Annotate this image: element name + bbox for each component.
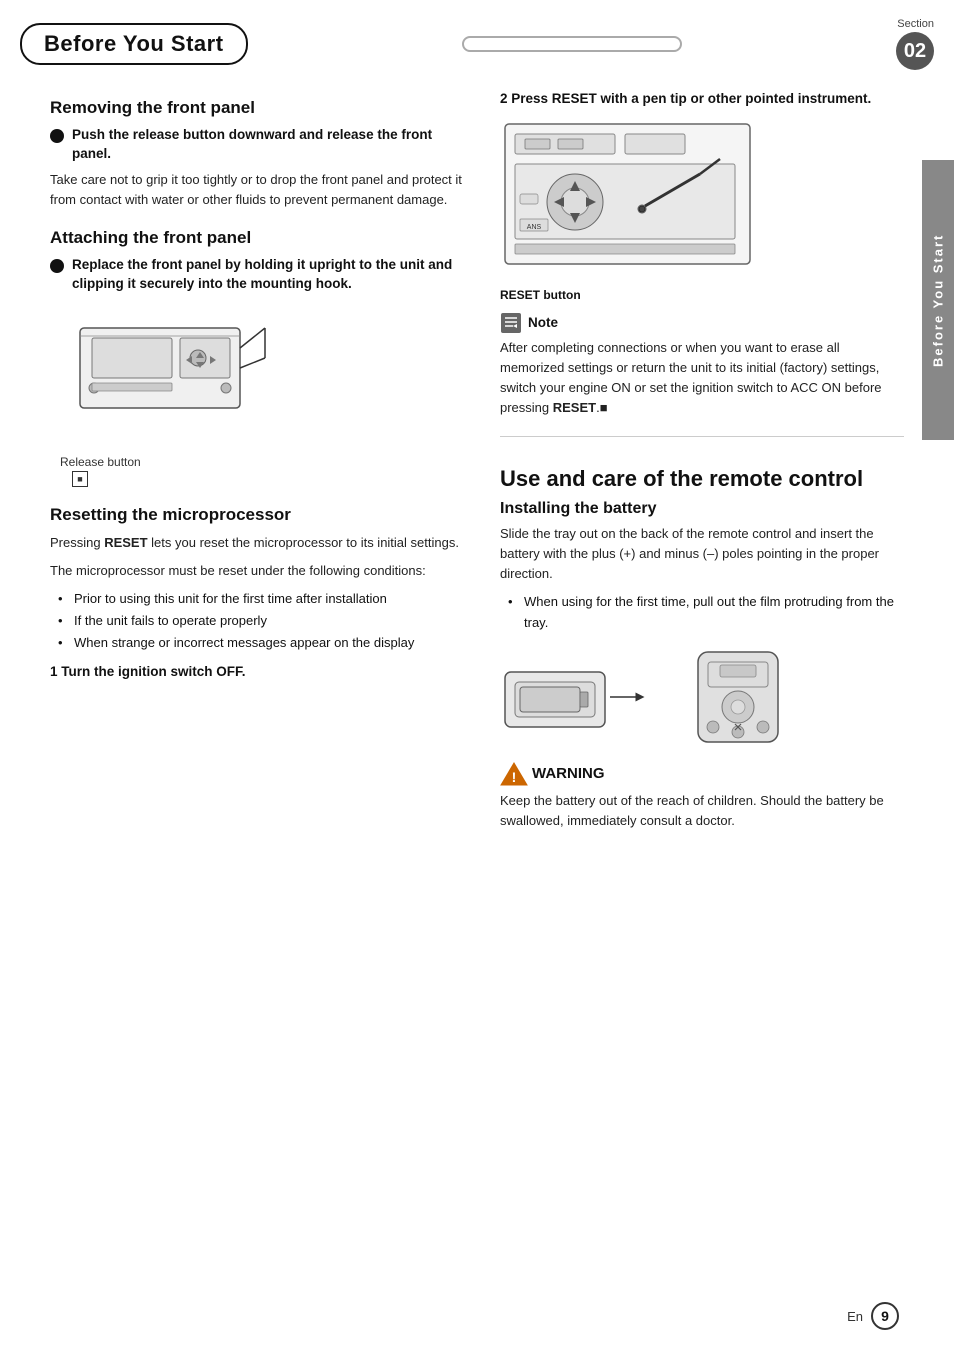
page-title: Before You Start: [20, 23, 248, 65]
remote-section-title: Use and care of the remote control: [500, 465, 904, 494]
header-center: [248, 36, 896, 52]
remote-svg: [678, 647, 798, 747]
note-header: Note: [500, 312, 904, 334]
reset-device-diagram: ANS ●: [500, 119, 904, 282]
front-panel-svg: [50, 308, 270, 438]
battery-tray-svg: [500, 657, 660, 737]
attaching-panel-bullet-text: Replace the front panel by holding it up…: [72, 256, 470, 294]
divider: [500, 436, 904, 437]
list-item: When using for the first time, pull out …: [508, 592, 904, 632]
warning-body: Keep the battery out of the reach of chi…: [500, 791, 904, 831]
header-right: Section 02: [896, 18, 934, 70]
battery-illustration: [500, 647, 904, 747]
list-item: If the unit fails to operate properly: [58, 611, 470, 631]
section-label: Section: [897, 18, 934, 30]
section-number: 02: [896, 32, 934, 70]
header-left: Before You Start: [20, 23, 248, 65]
attaching-panel-bullet: Replace the front panel by holding it up…: [50, 256, 470, 294]
resetting-title: Resetting the microprocessor: [50, 505, 470, 525]
release-label: Release button ■: [60, 455, 470, 487]
note-box: Note After completing connections or whe…: [500, 312, 904, 419]
step1-text: 1 Turn the ignition switch OFF.: [50, 664, 470, 679]
warning-header: ! WARNING: [500, 761, 904, 787]
bullet-dot: [50, 129, 64, 143]
footer-lang: En: [847, 1309, 863, 1324]
battery-body: Slide the tray out on the back of the re…: [500, 524, 904, 584]
note-title: Note: [528, 315, 558, 330]
left-column: Removing the front panel Push the releas…: [50, 90, 470, 839]
note-icon: [500, 312, 522, 334]
bullet-dot-2: [50, 259, 64, 273]
header-tab: [462, 36, 682, 52]
reset-device-svg: ANS ●: [500, 119, 760, 279]
battery-bullet-list: When using for the first time, pull out …: [508, 592, 904, 632]
warning-icon: !: [500, 761, 528, 787]
main-content: Removing the front panel Push the releas…: [0, 80, 954, 859]
step2-heading: 2 Press RESET with a pen tip or other po…: [500, 90, 904, 109]
side-tab: Before You Start: [922, 160, 954, 440]
list-item: Prior to using this unit for the first t…: [58, 589, 470, 609]
front-panel-diagram: [50, 308, 470, 441]
small-square-icon: ■: [72, 471, 88, 487]
battery-section-title: Installing the battery: [500, 500, 904, 518]
reset-label: RESET button: [500, 288, 904, 302]
resetting-bullet-list: Prior to using this unit for the first t…: [58, 589, 470, 653]
list-item: When strange or incorrect messages appea…: [58, 633, 470, 653]
resetting-body1: Pressing RESET lets you reset the microp…: [50, 533, 470, 553]
removing-panel-bullet-text: Push the release button downward and rel…: [72, 126, 470, 164]
footer: En 9: [847, 1302, 899, 1330]
note-body: After completing connections or when you…: [500, 338, 904, 419]
header: Before You Start Section 02: [0, 0, 954, 80]
right-column: 2 Press RESET with a pen tip or other po…: [500, 90, 904, 839]
footer-page: 9: [871, 1302, 899, 1330]
removing-panel-bullet: Push the release button downward and rel…: [50, 126, 470, 164]
svg-text:ANS: ANS: [527, 224, 542, 231]
removing-panel-title: Removing the front panel: [50, 98, 470, 118]
attaching-panel-title: Attaching the front panel: [50, 228, 470, 248]
warning-box: ! WARNING Keep the battery out of the re…: [500, 761, 904, 831]
svg-text:!: !: [512, 769, 517, 785]
warning-title: WARNING: [532, 765, 605, 782]
removing-panel-body: Take care not to grip it too tightly or …: [50, 170, 470, 210]
resetting-body2: The microprocessor must be reset under t…: [50, 561, 470, 581]
